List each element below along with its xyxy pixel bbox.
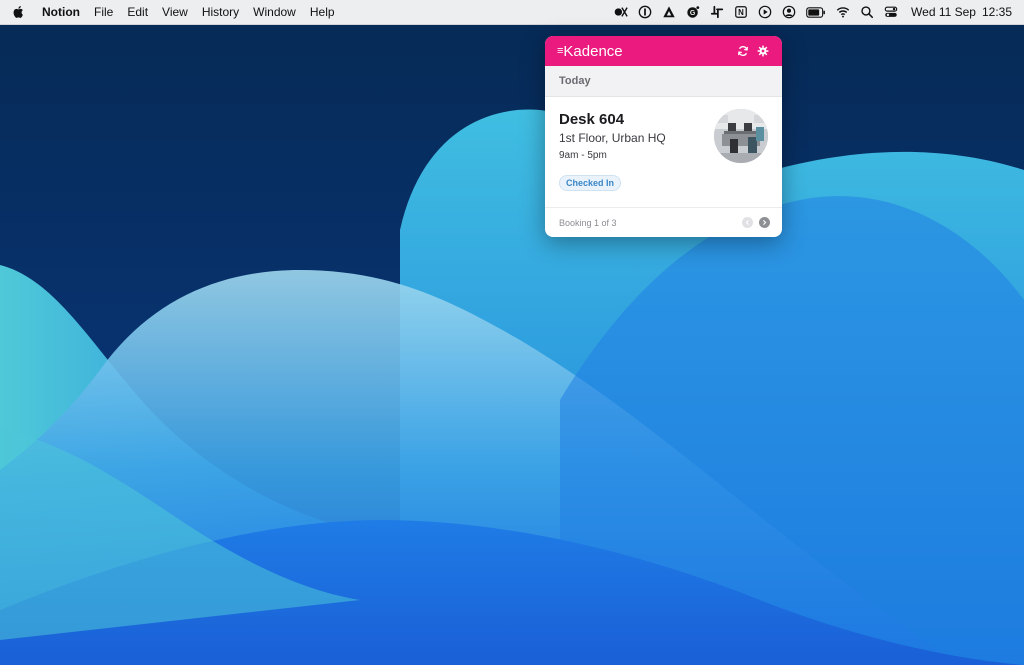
booking-card[interactable]: Desk 604 1st Floor, Urban HQ 9am - 5pm C… xyxy=(545,97,782,207)
next-booking-button[interactable] xyxy=(759,217,770,228)
one-password-icon[interactable] xyxy=(637,4,653,20)
menu-history[interactable]: History xyxy=(202,5,239,19)
menu-view[interactable]: View xyxy=(162,5,188,19)
previous-booking-button[interactable] xyxy=(742,217,753,228)
menu-bar-clock[interactable]: Wed 11 Sep 12:35 xyxy=(911,5,1012,19)
desktop-wallpaper xyxy=(0,0,1024,665)
menu-edit[interactable]: Edit xyxy=(127,5,148,19)
wifi-icon[interactable] xyxy=(835,4,851,20)
x-icon[interactable] xyxy=(613,4,629,20)
clock-date: Wed 11 Sep xyxy=(911,5,976,19)
svg-text:G: G xyxy=(690,10,696,17)
brand-name: Kadence xyxy=(563,42,623,60)
popup-footer: Booking 1 of 3 xyxy=(545,207,782,237)
menu-bar: Notion File Edit View History Window Hel… xyxy=(0,0,1024,25)
svg-text:N: N xyxy=(738,8,744,17)
status-badge: Checked In xyxy=(559,175,622,191)
menu-app-name[interactable]: Notion xyxy=(42,5,80,19)
vectorworks-icon[interactable] xyxy=(661,4,677,20)
kadence-logo: ≡ Kadence xyxy=(557,43,623,60)
booking-pager-label: Booking 1 of 3 xyxy=(559,217,617,228)
popup-header: ≡ Kadence xyxy=(545,36,782,66)
kadence-popup: ≡ Kadence Today Desk 604 1st Floor, Urba… xyxy=(545,36,782,237)
menu-file[interactable]: File xyxy=(94,5,113,19)
menu-help[interactable]: Help xyxy=(310,5,335,19)
section-today: Today xyxy=(545,66,782,97)
slack-icon[interactable] xyxy=(709,4,725,20)
search-icon[interactable] xyxy=(859,4,875,20)
battery-icon[interactable] xyxy=(805,4,827,20)
play-icon[interactable] xyxy=(757,4,773,20)
grammarly-icon[interactable]: G xyxy=(685,4,701,20)
user-icon[interactable] xyxy=(781,4,797,20)
menu-window[interactable]: Window xyxy=(253,5,296,19)
apple-icon[interactable] xyxy=(12,5,26,19)
kadence-logo-mark: ≡ xyxy=(557,45,564,57)
chevron-right-icon xyxy=(763,220,767,225)
gear-icon[interactable] xyxy=(756,44,770,58)
clock-time: 12:35 xyxy=(981,5,1012,19)
control-center-icon[interactable] xyxy=(883,4,899,20)
refresh-icon[interactable] xyxy=(736,44,750,58)
notion-icon[interactable]: N xyxy=(733,4,749,20)
chevron-left-icon xyxy=(745,220,749,225)
desk-photo xyxy=(714,109,768,163)
